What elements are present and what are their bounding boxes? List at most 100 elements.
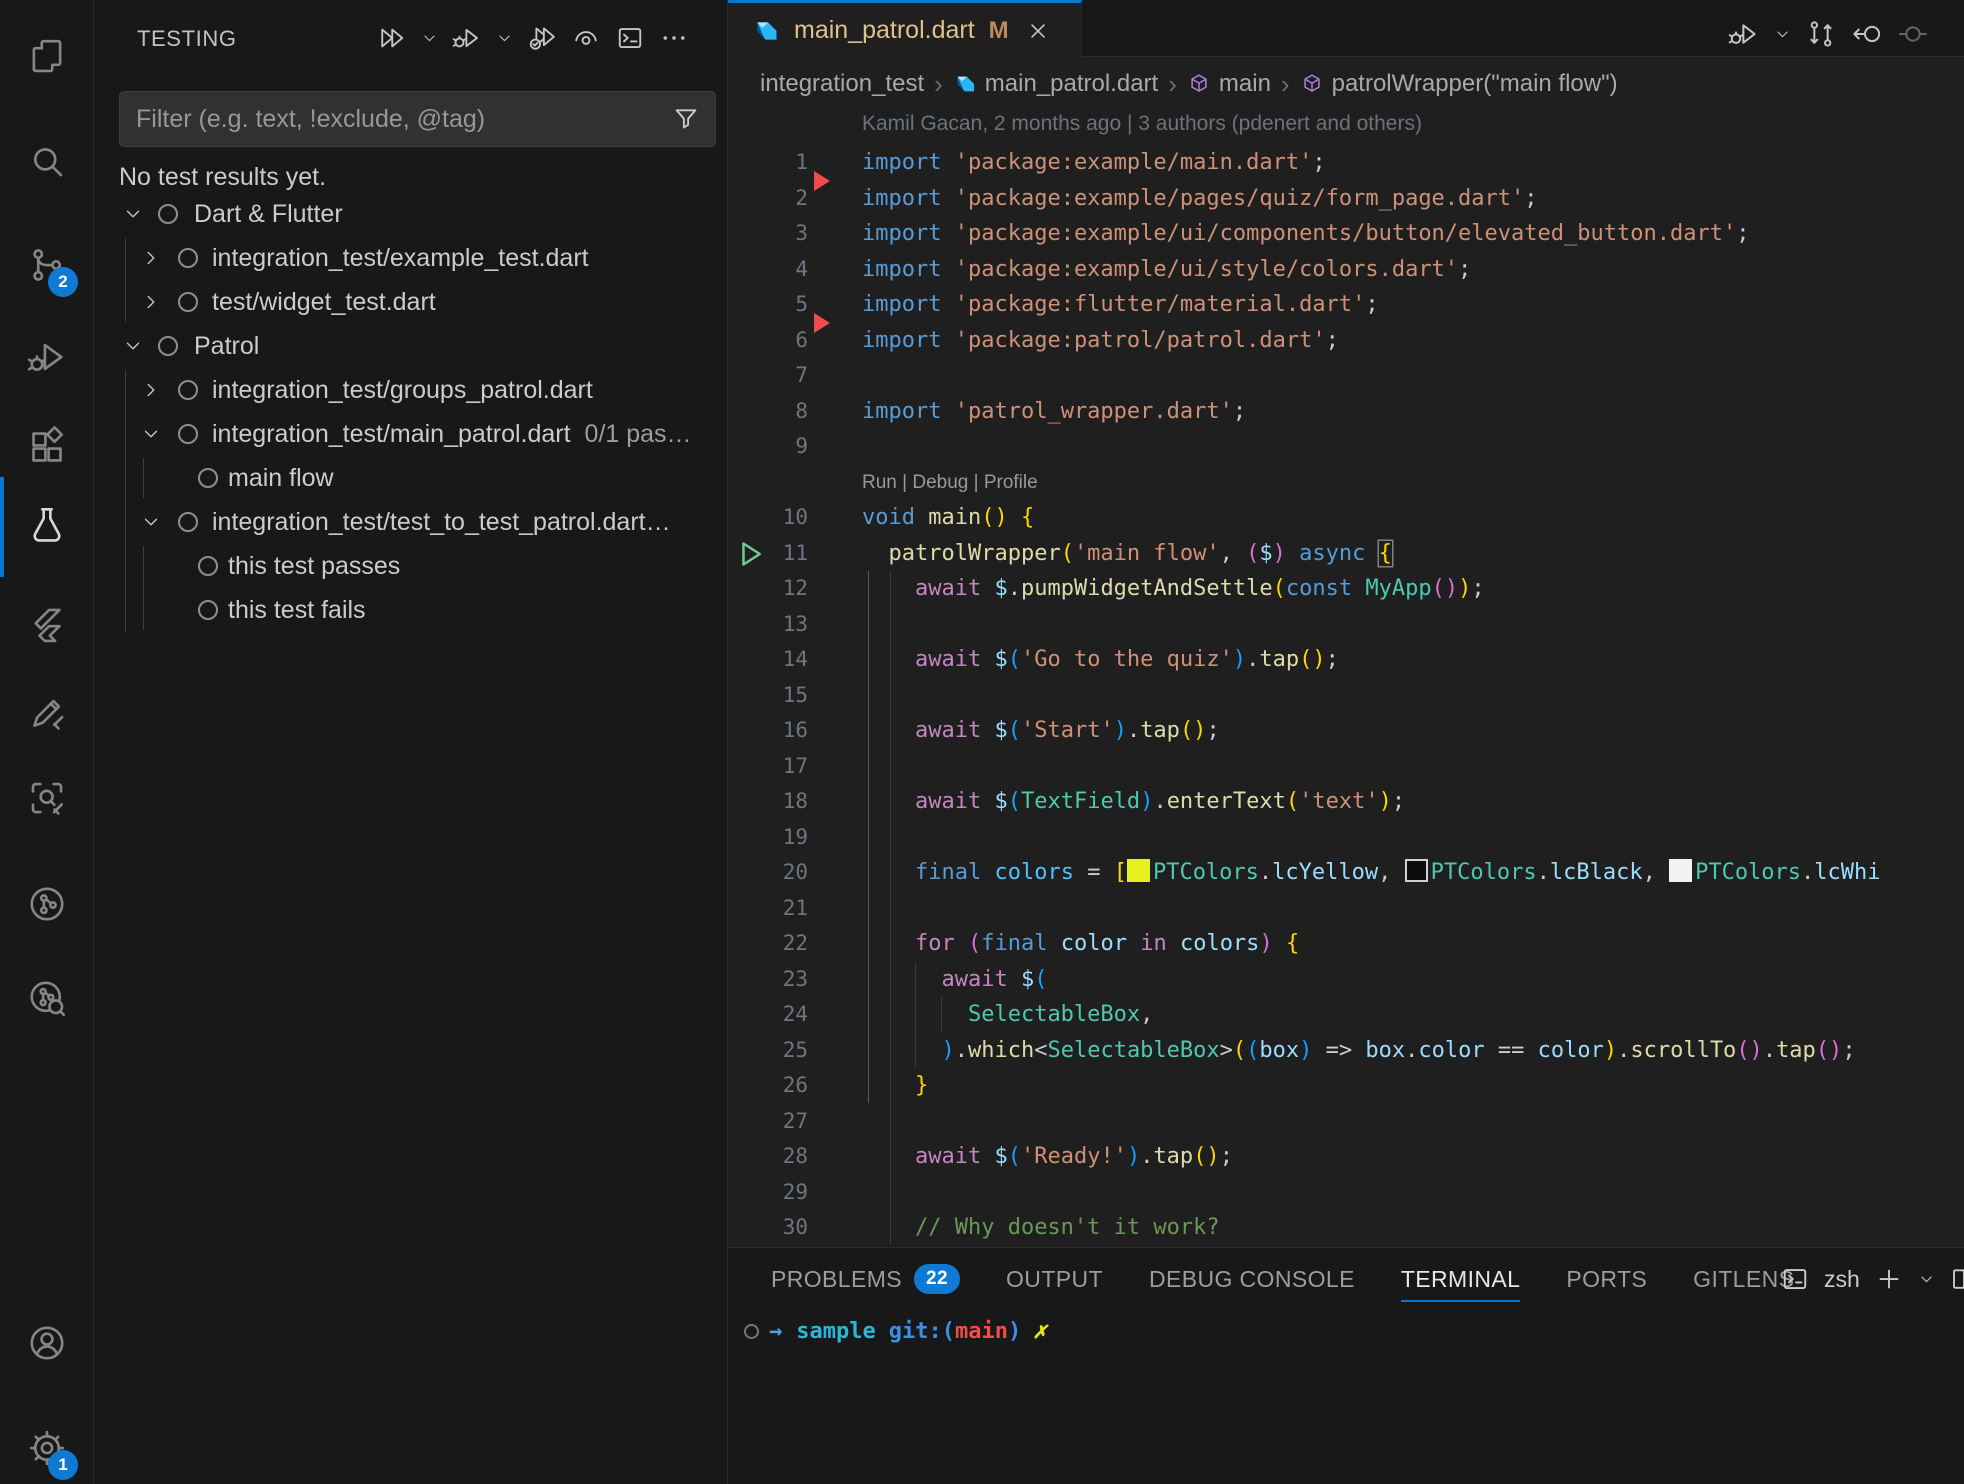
test-tree-item[interactable]: this test fails: [94, 588, 728, 632]
terminal-prompt-line[interactable]: → sample git:( main ) ✗: [744, 1319, 1046, 1344]
token-bracket: (: [968, 931, 981, 956]
test-tree-item[interactable]: Patrol: [94, 324, 728, 368]
terminal-dropdown[interactable]: [1918, 1271, 1935, 1288]
test-tree-item[interactable]: integration_test/test_to_test_patrol.dar…: [94, 500, 728, 544]
test-state-icon: [178, 512, 198, 532]
panel-tab-debug-console[interactable]: DEBUG CONSOLE: [1149, 1248, 1355, 1310]
panel-tab-terminal[interactable]: TERMINAL: [1401, 1248, 1521, 1310]
prompt-arrow: →: [769, 1319, 782, 1344]
test-tree-item[interactable]: Dart & Flutter: [94, 192, 728, 236]
breadcrumb-item[interactable]: main: [1187, 70, 1271, 98]
codelens-actions[interactable]: Run | Debug | Profile: [862, 465, 1038, 501]
symbol-cube-icon: [1300, 72, 1324, 96]
activity-item-run-and-debug[interactable]: [0, 333, 93, 381]
extensions-icon: [26, 426, 68, 468]
token-keyword: import: [862, 221, 941, 246]
test-state-icon: [158, 204, 178, 224]
token-bracket: {: [1021, 505, 1034, 530]
breadcrumb-item[interactable]: main_patrol.dart: [953, 70, 1158, 98]
debug-file-button[interactable]: [1728, 18, 1760, 50]
close-icon[interactable]: [1025, 18, 1051, 44]
debug-tests-button[interactable]: [452, 23, 482, 53]
test-filter-input[interactable]: [120, 105, 671, 134]
line-number: 25: [728, 1033, 808, 1069]
token-plain: [862, 647, 915, 672]
test-tree-item[interactable]: test/widget_test.dart: [94, 280, 728, 324]
chevron-down-icon[interactable]: [140, 423, 162, 445]
show-output-button[interactable]: [615, 23, 645, 53]
run-all-dropdown[interactable]: [421, 30, 438, 47]
line-number: 9: [728, 429, 808, 465]
test-tree-item[interactable]: integration_test/main_patrol.dart0/1 pas…: [94, 412, 728, 456]
terminal-icon[interactable]: [1780, 1264, 1810, 1294]
chevron-right-icon[interactable]: [140, 379, 162, 401]
more-actions-button[interactable]: [659, 23, 689, 53]
run-test-play-icon[interactable]: [736, 539, 766, 569]
activity-item-explorer[interactable]: [0, 32, 93, 80]
code-line: await $('Go to the quiz').tap();: [862, 642, 1339, 678]
breadcrumb-separator: ›: [934, 69, 943, 100]
new-terminal-button[interactable]: [1874, 1264, 1904, 1294]
panel-tab-label: TERMINAL: [1401, 1266, 1521, 1293]
token-plain: [981, 789, 994, 814]
activity-item-widget-inspector[interactable]: [0, 774, 93, 822]
deleted-lines-marker-icon[interactable]: [814, 171, 830, 191]
split-terminal-button[interactable]: [1949, 1264, 1964, 1294]
line-number: 16: [728, 713, 808, 749]
test-tree-item[interactable]: integration_test/example_test.dart: [94, 236, 728, 280]
run-with-coverage-button[interactable]: [527, 23, 557, 53]
no-test-results-message: No test results yet.: [119, 163, 326, 192]
breadcrumb-label: main: [1219, 70, 1271, 98]
chevron-right-icon[interactable]: [140, 247, 162, 269]
breadcrumb-item[interactable]: integration_test: [760, 70, 924, 98]
activity-item-flutter-outline[interactable]: [0, 689, 93, 737]
activity-item-search[interactable]: [0, 138, 93, 186]
filter-icon[interactable]: [671, 104, 701, 134]
token-plain: [981, 576, 994, 601]
chevron-down-icon[interactable]: [122, 203, 144, 225]
chevron-down-icon[interactable]: [140, 511, 162, 533]
activity-item-flutter[interactable]: [0, 602, 93, 650]
files-icon: [26, 35, 68, 77]
activity-item-gitlens-inspect[interactable]: [0, 974, 93, 1022]
activity-item-accounts[interactable]: [0, 1319, 93, 1367]
activity-item-settings[interactable]: 1: [0, 1424, 93, 1472]
blame-ring-button[interactable]: [1897, 18, 1929, 50]
continuous-run-button[interactable]: [571, 23, 601, 53]
compare-changes-button[interactable]: [1805, 18, 1837, 50]
token-bracket: (: [1286, 789, 1299, 814]
activity-item-extensions[interactable]: [0, 423, 93, 471]
debug-dropdown[interactable]: [496, 30, 513, 47]
panel-tab-ports[interactable]: PORTS: [1566, 1248, 1647, 1310]
token-plain: .: [1405, 1038, 1418, 1063]
token-plain: ;: [1392, 789, 1405, 814]
tab-main-patrol-dart[interactable]: main_patrol.dart M: [728, 0, 1082, 58]
test-tree-item[interactable]: this test passes: [94, 544, 728, 588]
token-keyword: import: [862, 186, 941, 211]
test-tree-item[interactable]: integration_test/groups_patrol.dart: [94, 368, 728, 412]
test-item-label: integration_test/groups_patrol.dart: [212, 376, 593, 405]
tree-indent-guide: [143, 546, 144, 630]
command-decoration-icon[interactable]: [744, 1324, 759, 1339]
chevron-right-icon[interactable]: [140, 291, 162, 313]
activity-item-gitlens-commit-graph[interactable]: [0, 880, 93, 928]
panel-tabs: PROBLEMS22 OUTPUT DEBUG CONSOLE TERMINAL POR…: [771, 1248, 1794, 1310]
token-plain: .: [1008, 576, 1021, 601]
panel-tab-output[interactable]: OUTPUT: [1006, 1248, 1103, 1310]
activity-item-testing[interactable]: [0, 501, 93, 549]
token-plain: .: [1537, 860, 1550, 885]
token-plain: [862, 860, 915, 885]
deleted-lines-marker-icon[interactable]: [814, 313, 830, 333]
chevron-down-icon[interactable]: [122, 335, 144, 357]
token-function: patrolWrapper: [889, 541, 1061, 566]
previous-change-button[interactable]: [1851, 18, 1883, 50]
code-line: SelectableBox,: [862, 997, 1153, 1033]
line-number: 3: [728, 216, 808, 252]
test-tree-item[interactable]: main flow: [94, 456, 728, 500]
activity-item-source-control[interactable]: 2: [0, 241, 93, 289]
panel-tab-problems[interactable]: PROBLEMS22: [771, 1248, 960, 1310]
breadcrumb-item[interactable]: patrolWrapper("main flow"): [1300, 70, 1618, 98]
debug-dropdown[interactable]: [1774, 26, 1791, 43]
token-plain: .: [955, 1038, 968, 1063]
run-all-tests-button[interactable]: [377, 23, 407, 53]
